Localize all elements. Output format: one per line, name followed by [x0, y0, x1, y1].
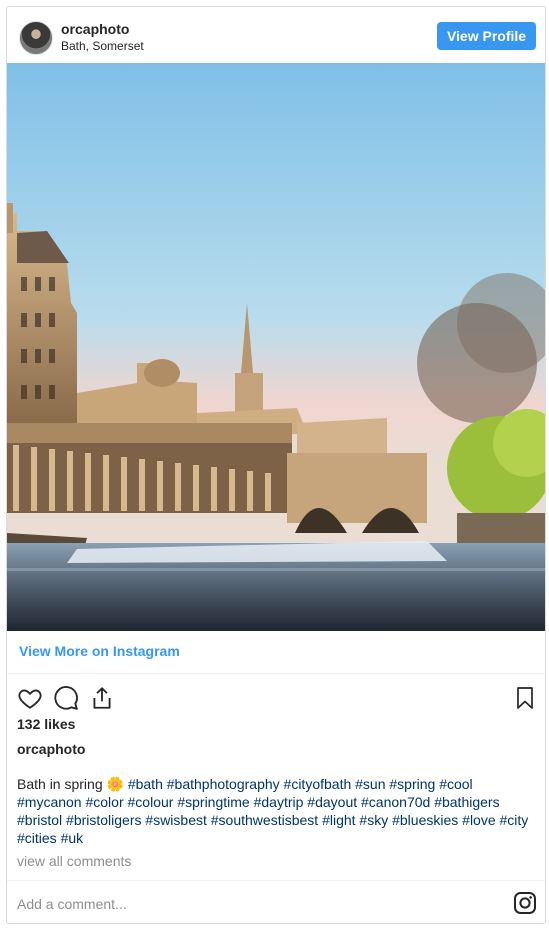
hashtag-link[interactable]: #bathigers — [434, 794, 499, 810]
sunflower-icon: 🌼 — [106, 776, 124, 792]
post-photo[interactable] — [7, 63, 545, 631]
hashtag-link[interactable]: #city — [500, 812, 529, 828]
hashtag-link[interactable]: #spring — [389, 776, 435, 792]
instagram-logo-icon[interactable] — [513, 891, 537, 915]
hashtag-link[interactable]: #cityofbath — [284, 776, 352, 792]
hashtag-link[interactable]: #cities — [17, 830, 57, 846]
hashtag-link[interactable]: #light — [322, 812, 355, 828]
hashtag-link[interactable]: #bath — [128, 776, 163, 792]
bookmark-icon[interactable] — [513, 685, 541, 713]
hashtag-link[interactable]: #bristol — [17, 812, 62, 828]
hashtag-link[interactable]: #love — [462, 812, 495, 828]
caption-text: Bath in spring — [17, 776, 103, 792]
view-more-link[interactable]: View More on Instagram — [19, 643, 180, 659]
divider — [7, 880, 545, 881]
hashtag-link[interactable]: #southwestisbest — [211, 812, 318, 828]
post-username[interactable]: orcaphoto — [17, 741, 85, 757]
hashtag-link[interactable]: #dayout — [307, 794, 357, 810]
header-location[interactable]: Bath, Somerset — [61, 39, 144, 53]
likes-count[interactable]: 132 likes — [17, 716, 75, 732]
post-caption: Bath in spring 🌼 #bath #bathphotography … — [17, 775, 537, 847]
view-all-comments-link[interactable]: view all comments — [17, 853, 131, 869]
hashtag-link[interactable]: #daytrip — [254, 794, 304, 810]
instagram-embed-card: orcaphoto Bath, Somerset View Profile Vi… — [6, 6, 546, 924]
action-bar — [7, 681, 545, 717]
hashtag-link[interactable]: #sun — [355, 776, 385, 792]
hashtag-link[interactable]: #blueskies — [392, 812, 458, 828]
photo-image — [7, 63, 545, 631]
hashtag-link[interactable]: #uk — [61, 830, 84, 846]
hashtag-link[interactable]: #colour — [128, 794, 174, 810]
hashtag-link[interactable]: #color — [85, 794, 123, 810]
post-header: orcaphoto Bath, Somerset View Profile — [7, 7, 545, 63]
comment-icon[interactable] — [53, 685, 81, 713]
heart-icon[interactable] — [17, 685, 45, 713]
hashtag-link[interactable]: #bathphotography — [167, 776, 280, 792]
hashtag-link[interactable]: #swisbest — [145, 812, 206, 828]
hashtag-link[interactable]: #canon70d — [361, 794, 430, 810]
divider — [7, 673, 545, 674]
share-icon[interactable] — [89, 685, 117, 713]
hashtag-link[interactable]: #springtime — [177, 794, 249, 810]
view-profile-button[interactable]: View Profile — [437, 22, 536, 50]
hashtag-link[interactable]: #cool — [439, 776, 472, 792]
hashtag-link[interactable]: #mycanon — [17, 794, 82, 810]
avatar[interactable] — [19, 21, 53, 55]
header-username[interactable]: orcaphoto — [61, 21, 129, 37]
add-comment-input[interactable] — [17, 893, 487, 915]
hashtag-link[interactable]: #sky — [359, 812, 388, 828]
hashtag-link[interactable]: #bristoligers — [66, 812, 141, 828]
